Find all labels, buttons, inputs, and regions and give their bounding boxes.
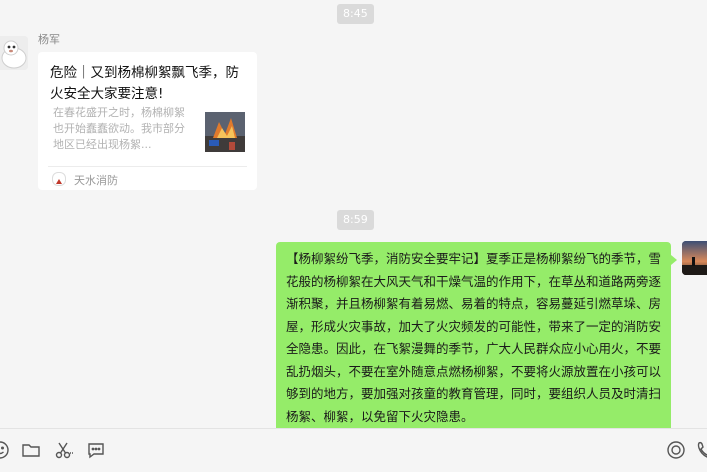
voice-call-icon[interactable]	[666, 440, 686, 460]
article-source: 天水消防	[74, 174, 118, 187]
chat-bubble-icon[interactable]	[86, 440, 106, 460]
timestamp: 8:59	[337, 210, 374, 230]
shared-article-card[interactable]: 危险｜又到杨棉柳絮飘飞季，防火安全大家要注意! 在春花盛开之时，杨棉柳絮也开始蠢…	[38, 52, 257, 190]
emoji-icon[interactable]	[0, 440, 10, 460]
scissors-icon[interactable]	[54, 440, 74, 460]
article-thumbnail	[205, 112, 245, 152]
chat-input-toolbar	[0, 428, 707, 472]
outgoing-message-bubble[interactable]: 【杨柳絮纷飞季，消防安全要牢记】夏季正是杨柳絮纷飞的季节，雪花般的杨柳絮在大风天…	[276, 242, 677, 428]
folder-icon[interactable]	[21, 440, 41, 460]
message-text: 【杨柳絮纷飞季，消防安全要牢记】夏季正是杨柳絮纷飞的季节，雪花般的杨柳絮在大风天…	[286, 251, 662, 424]
source-logo-icon	[52, 172, 66, 186]
sender-name: 杨军	[38, 33, 60, 46]
article-description: 在春花盛开之时，杨棉柳絮也开始蠢蠢欲动。我市部分地区已经出现杨絮...	[53, 106, 185, 151]
card-divider	[48, 166, 247, 167]
sender-avatar[interactable]	[0, 36, 28, 70]
chat-message-area[interactable]: 8:45 杨军 危险｜又到杨棉柳絮飘飞季，防火安全大家要注意! 在春花盛开之时，…	[0, 0, 707, 428]
my-avatar[interactable]	[682, 241, 707, 275]
timestamp: 8:45	[337, 4, 374, 24]
article-title: 危险｜又到杨棉柳絮飘飞季，防火安全大家要注意!	[50, 65, 239, 102]
video-call-icon[interactable]	[696, 440, 707, 460]
